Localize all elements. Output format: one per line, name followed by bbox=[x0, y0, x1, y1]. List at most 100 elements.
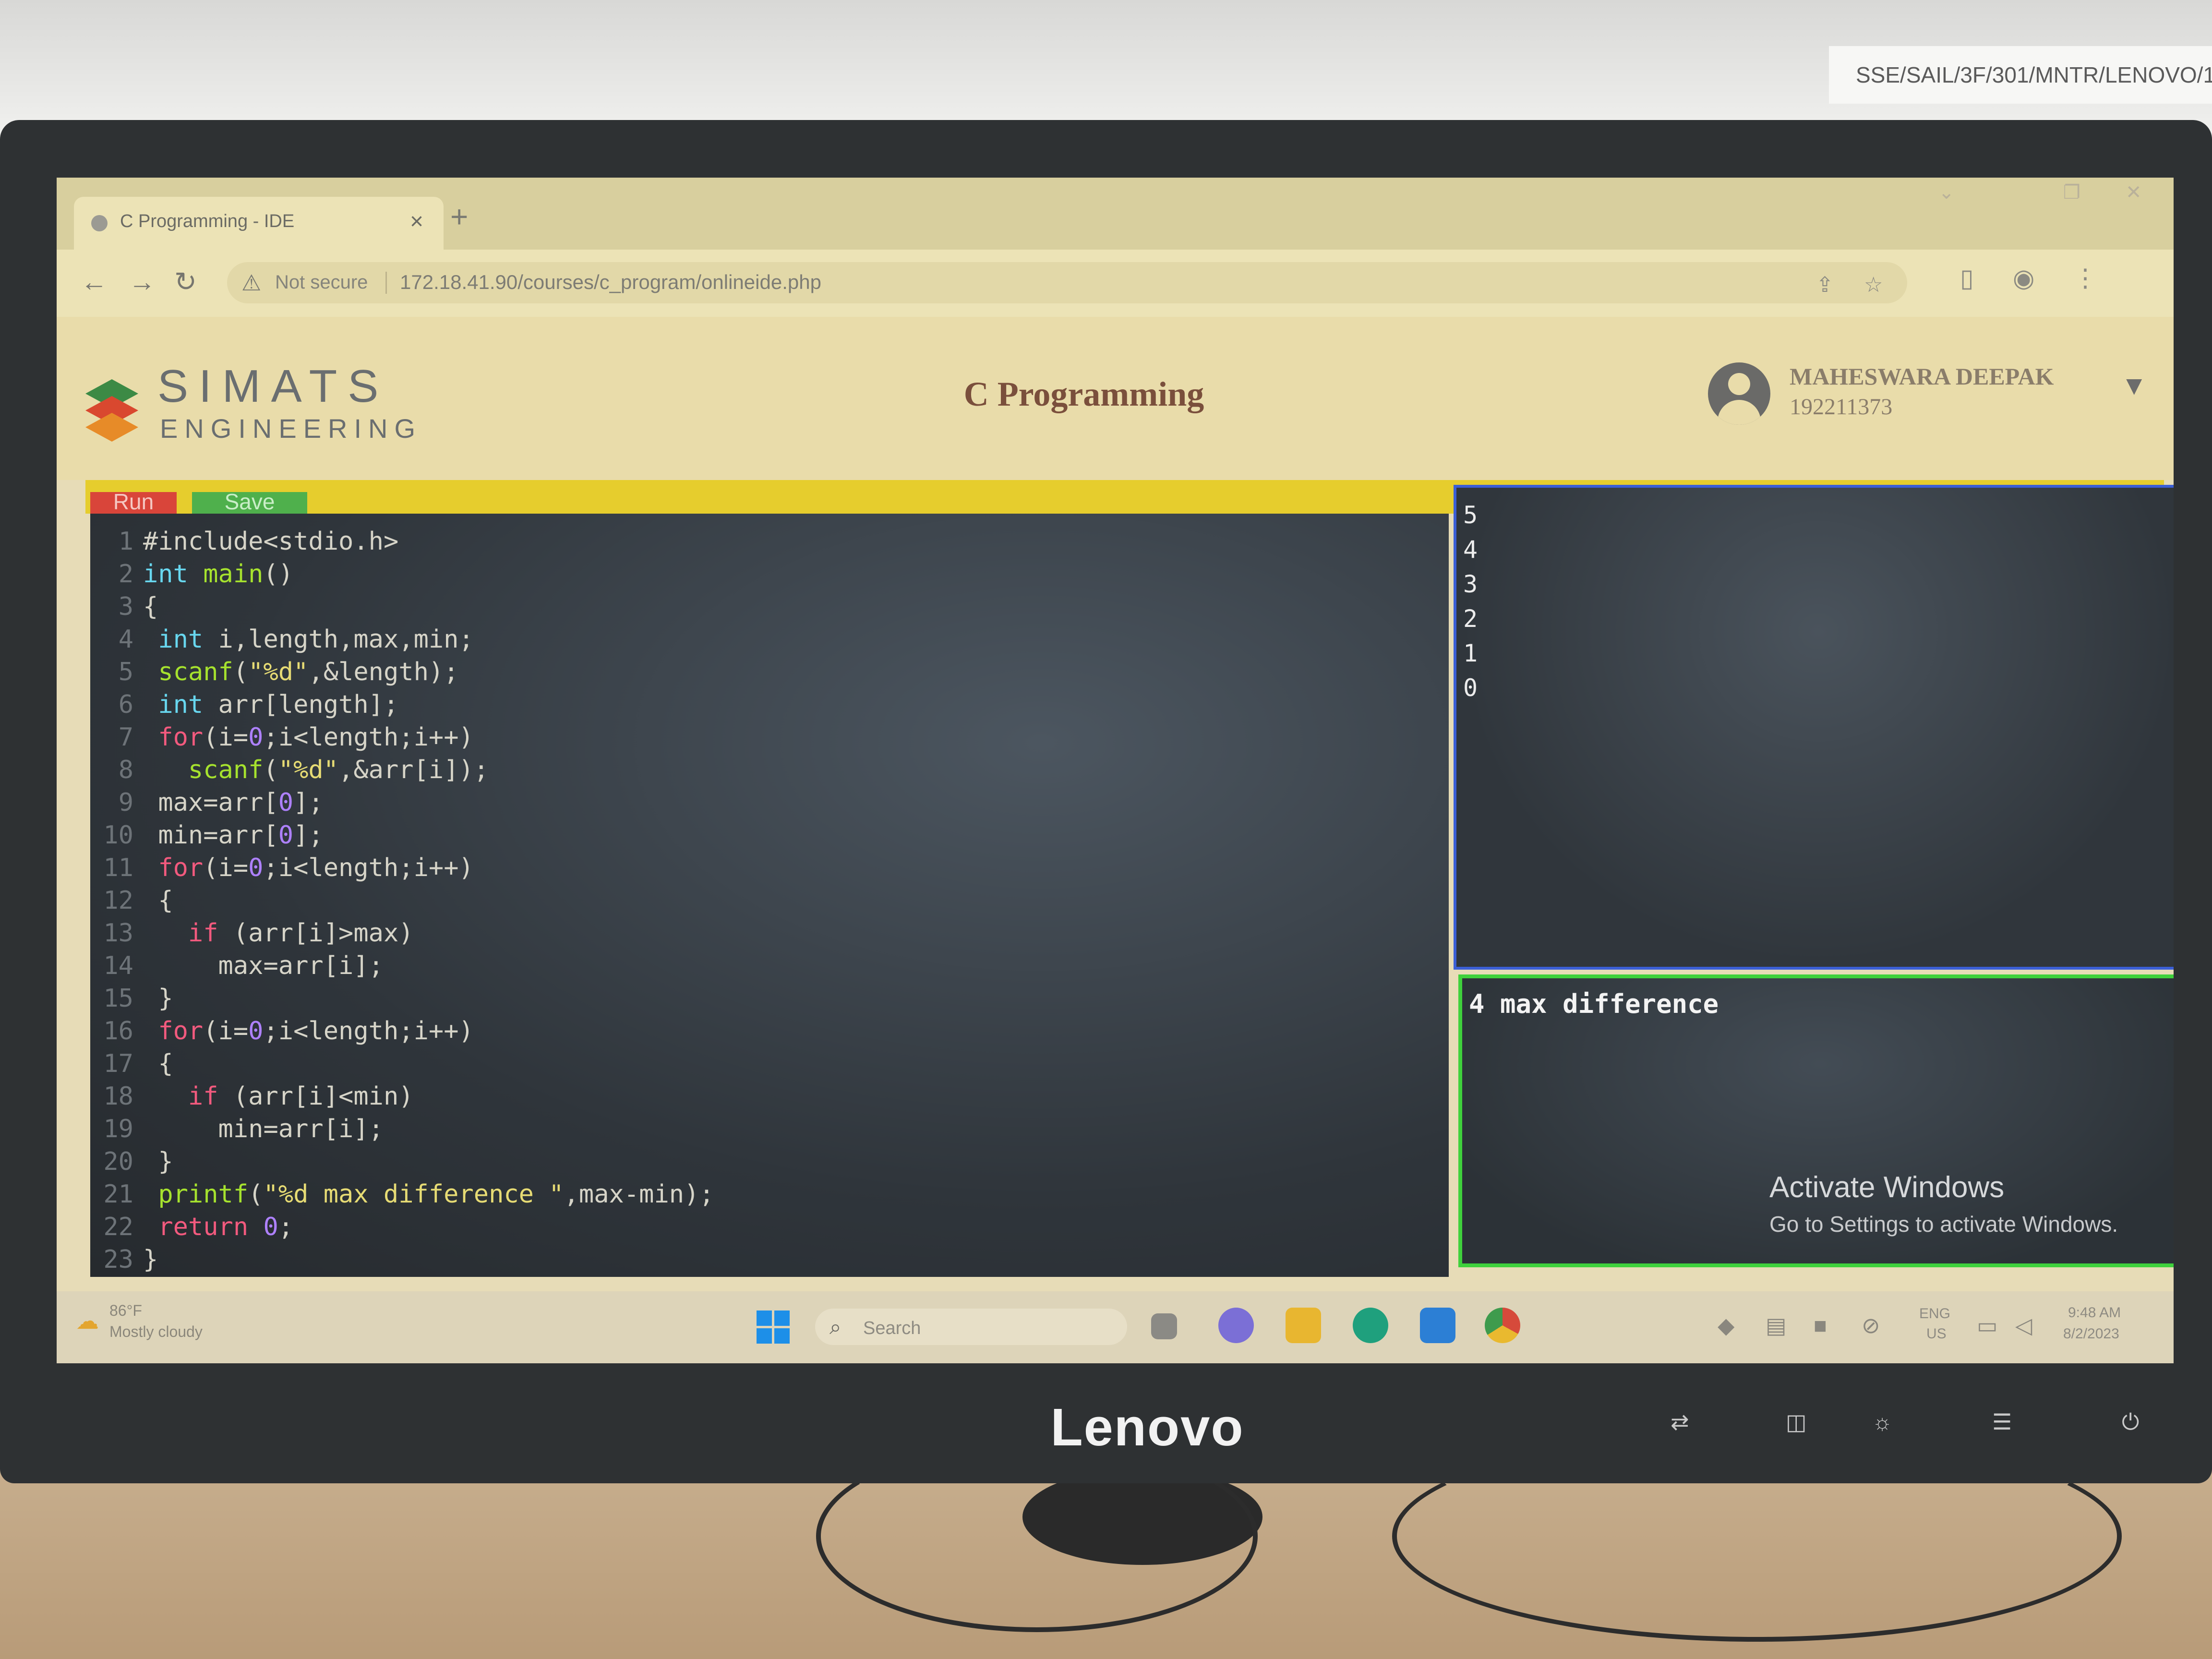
code-line[interactable]: 11 for(i=0;i<length;i++) bbox=[90, 854, 474, 886]
close-icon[interactable]: × bbox=[410, 208, 423, 235]
display-icon[interactable]: ▭ bbox=[1977, 1312, 1997, 1338]
weather-icon[interactable]: ☁ bbox=[76, 1308, 99, 1334]
code-text[interactable]: for(i=0;i<length;i++) bbox=[143, 854, 474, 882]
code-line[interactable]: 2 int main() bbox=[90, 560, 293, 592]
star-icon[interactable]: ☆ bbox=[1864, 273, 1883, 297]
menu-dots-icon[interactable]: ⋮ bbox=[2073, 264, 2098, 293]
new-tab-button[interactable]: + bbox=[450, 199, 468, 234]
code-text[interactable]: } bbox=[143, 1147, 173, 1176]
code-line[interactable]: 18 if (arr[i]<min) bbox=[90, 1082, 414, 1115]
code-line[interactable]: 9 max=arr[0]; bbox=[90, 788, 324, 821]
code-text[interactable]: int arr[length]; bbox=[143, 690, 398, 719]
network-off-icon[interactable]: ⊘ bbox=[1862, 1312, 1880, 1338]
code-line[interactable]: 15 } bbox=[90, 984, 173, 1017]
code-line[interactable]: 6 int arr[length]; bbox=[90, 690, 399, 723]
chrome-browser-icon[interactable] bbox=[1485, 1308, 1520, 1343]
code-line[interactable]: 7 for(i=0;i<length;i++) bbox=[90, 723, 474, 756]
url-text[interactable]: 172.18.41.90/courses/c_program/onlineide… bbox=[400, 271, 821, 294]
code-text[interactable]: scanf("%d",&arr[i]); bbox=[143, 756, 489, 784]
monitor-brightness-button[interactable]: ☼ bbox=[1872, 1409, 1892, 1435]
edge-browser-icon[interactable] bbox=[1353, 1308, 1388, 1343]
asset-label-sticker: SSE/SAIL/3F/301/MNTR/LENOVO/1 bbox=[1829, 46, 2212, 104]
code-text[interactable]: min=arr[0]; bbox=[143, 821, 323, 850]
code-line[interactable]: 5 scanf("%d",&length); bbox=[90, 658, 459, 690]
back-icon[interactable]: ← bbox=[81, 266, 108, 297]
clock-date[interactable]: 8/2/2023 bbox=[2063, 1326, 2119, 1342]
code-text[interactable]: } bbox=[143, 984, 173, 1013]
line-number: 23 bbox=[103, 1245, 133, 1274]
code-line[interactable]: 14 max=arr[i]; bbox=[90, 951, 384, 984]
code-line[interactable]: 10 min=arr[0]; bbox=[90, 821, 323, 854]
code-line[interactable]: 4 int i,length,max,min; bbox=[90, 625, 474, 658]
line-number: 13 bbox=[103, 919, 133, 948]
code-line[interactable]: 3{ bbox=[90, 592, 158, 625]
forward-icon[interactable]: → bbox=[129, 266, 156, 297]
windows-start-icon[interactable] bbox=[757, 1310, 790, 1344]
code-text[interactable]: if (arr[i]<min) bbox=[143, 1082, 414, 1111]
side-panel-icon[interactable]: ▯ bbox=[1960, 264, 1974, 293]
code-line[interactable]: 22 return 0; bbox=[90, 1213, 293, 1245]
security-label[interactable]: Not secure bbox=[275, 272, 368, 293]
region-indicator[interactable]: US bbox=[1926, 1326, 1947, 1342]
volume-icon[interactable]: ◁ bbox=[2015, 1312, 2032, 1338]
code-line[interactable]: 16 for(i=0;i<length;i++) bbox=[90, 1017, 474, 1049]
code-line[interactable]: 23} bbox=[90, 1245, 158, 1277]
line-number: 20 bbox=[103, 1147, 133, 1176]
nvidia-icon[interactable]: ■ bbox=[1814, 1312, 1827, 1338]
code-text[interactable]: #include<stdio.h> bbox=[143, 527, 398, 556]
code-text[interactable]: { bbox=[143, 592, 158, 621]
monitor-power-button[interactable]: ⏻ bbox=[2122, 1409, 2139, 1436]
file-explorer-icon[interactable] bbox=[1286, 1308, 1321, 1343]
code-text[interactable]: max=arr[0]; bbox=[143, 788, 323, 817]
code-text[interactable]: for(i=0;i<length;i++) bbox=[143, 723, 474, 752]
code-line[interactable]: 13 if (arr[i]>max) bbox=[90, 919, 414, 951]
close-window-icon[interactable]: ✕ bbox=[2126, 181, 2142, 204]
code-line[interactable]: 21 printf("%d max difference ",max-min); bbox=[90, 1180, 714, 1213]
weather-temperature: 86°F bbox=[109, 1302, 142, 1319]
teams-icon[interactable]: ▤ bbox=[1766, 1312, 1786, 1338]
tray-app-icon[interactable]: ◆ bbox=[1718, 1312, 1734, 1338]
code-text[interactable]: scanf("%d",&length); bbox=[143, 658, 458, 686]
code-text[interactable]: int i,length,max,min; bbox=[143, 625, 473, 654]
simats-logo-icon bbox=[85, 379, 138, 442]
code-text[interactable]: min=arr[i]; bbox=[143, 1115, 384, 1143]
globe-icon bbox=[91, 215, 108, 231]
code-line[interactable]: 19 min=arr[i]; bbox=[90, 1115, 384, 1147]
code-text[interactable]: int main() bbox=[143, 560, 293, 589]
line-number: 21 bbox=[103, 1180, 133, 1209]
code-editor[interactable]: 1 #include<stdio.h> 2 int main() 3{4 int i,l… bbox=[90, 514, 1449, 1277]
chat-icon[interactable] bbox=[1218, 1308, 1254, 1343]
code-line[interactable]: 12 { bbox=[90, 886, 173, 919]
task-view-icon[interactable] bbox=[1151, 1313, 1177, 1339]
code-text[interactable]: for(i=0;i<length;i++) bbox=[143, 1017, 474, 1046]
reload-icon[interactable]: ↻ bbox=[174, 266, 197, 298]
clock-time[interactable]: 9:48 AM bbox=[2068, 1305, 2121, 1321]
code-text[interactable]: max=arr[i]; bbox=[143, 951, 384, 980]
profile-icon[interactable]: ◉ bbox=[2013, 264, 2034, 293]
code-text[interactable]: } bbox=[143, 1245, 158, 1274]
taskbar-search[interactable]: ⌕ Search bbox=[815, 1309, 1127, 1345]
code-text[interactable]: { bbox=[143, 886, 173, 915]
input-panel[interactable]: 5 4 3 2 1 0 bbox=[1454, 485, 2174, 970]
url-bar[interactable]: ⚠ Not secure 172.18.41.90/courses/c_prog… bbox=[227, 262, 1907, 303]
code-line[interactable]: 17 { bbox=[90, 1049, 173, 1082]
share-icon[interactable]: ⇪ bbox=[1816, 273, 1834, 297]
user-avatar-icon[interactable] bbox=[1708, 362, 1770, 425]
code-text[interactable]: if (arr[i]>max) bbox=[143, 919, 414, 948]
code-line[interactable]: 8 scanf("%d",&arr[i]); bbox=[90, 756, 489, 788]
code-text[interactable]: printf("%d max difference ",max-min); bbox=[143, 1180, 714, 1209]
restore-icon[interactable]: ❐ bbox=[2063, 181, 2080, 204]
code-line[interactable]: 20 } bbox=[90, 1147, 173, 1180]
language-indicator[interactable]: ENG bbox=[1919, 1306, 1950, 1322]
monitor-menu-button[interactable]: ☰ bbox=[1992, 1409, 2012, 1435]
code-text[interactable]: { bbox=[143, 1049, 173, 1078]
monitor-mode-button[interactable]: ◫ bbox=[1786, 1409, 1806, 1435]
browser-tab[interactable]: C Programming - IDE × bbox=[74, 197, 444, 250]
store-icon[interactable] bbox=[1420, 1308, 1455, 1343]
weather-description: Mostly cloudy bbox=[109, 1323, 203, 1340]
code-line[interactable]: 1 #include<stdio.h> bbox=[90, 527, 399, 560]
monitor-input-button[interactable]: ⇄ bbox=[1671, 1409, 1689, 1435]
user-menu-dropdown-icon[interactable]: ▼ bbox=[2121, 370, 2147, 401]
chevron-down-icon[interactable]: ⌄ bbox=[1938, 181, 1955, 204]
code-text[interactable]: return 0; bbox=[143, 1213, 293, 1241]
